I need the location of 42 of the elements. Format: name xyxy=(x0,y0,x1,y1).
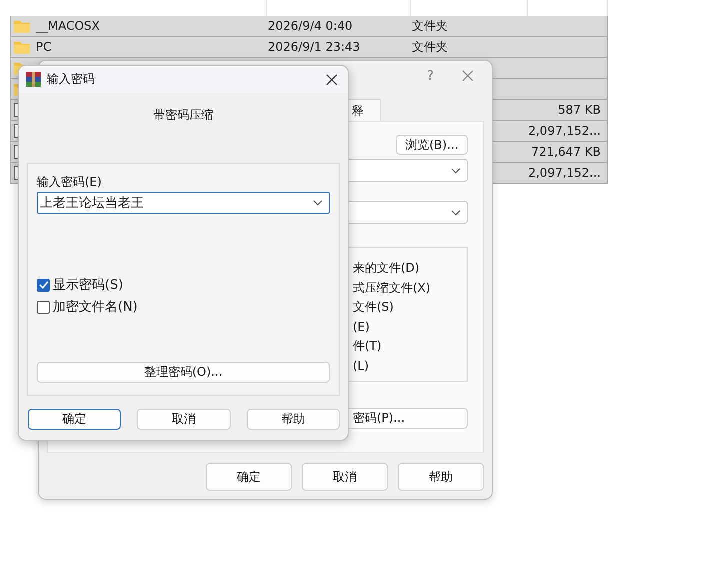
file-name: PC xyxy=(36,40,52,54)
close-icon[interactable] xyxy=(326,74,338,86)
chevron-icon xyxy=(313,200,323,206)
file-type: 文件夹 xyxy=(412,18,448,32)
option-label[interactable]: 式压缩文件(X) xyxy=(353,280,467,296)
file-name: __MACOSX xyxy=(36,19,100,33)
chevron-icon xyxy=(451,168,461,174)
checkbox[interactable] xyxy=(37,278,50,292)
checkbox[interactable] xyxy=(37,300,50,314)
archive-books-icon xyxy=(26,72,41,87)
file-type: 文件夹 xyxy=(412,40,448,54)
checkbox-label[interactable]: 显示密码(S) xyxy=(53,276,124,294)
browse-button[interactable]: 浏览(B)... xyxy=(396,135,468,155)
option-label[interactable]: (L) xyxy=(353,358,467,374)
dialog-button[interactable]: 确定 xyxy=(28,409,122,430)
checkbox-label[interactable]: 加密文件名(N) xyxy=(53,298,138,316)
help-glyph[interactable]: ? xyxy=(427,68,434,84)
manage-passwords-button[interactable]: 整理密码(O)... xyxy=(37,362,330,383)
file-row[interactable]: PC 2026/9/1 23:43 文件夹 xyxy=(10,37,608,58)
folder-icon xyxy=(14,40,30,54)
option-label[interactable]: 来的文件(D) xyxy=(353,260,467,276)
dialog-button[interactable]: 帮助 xyxy=(398,463,484,491)
file-row[interactable]: __MACOSX 2026/9/4 0:40 文件夹 xyxy=(10,16,608,37)
file-size: 2,097,152... xyxy=(528,124,601,138)
file-size: 2,097,152... xyxy=(528,166,601,180)
dialog-title: 输入密码 xyxy=(47,71,96,88)
modified-date: 2026/9/1 23:43 xyxy=(268,40,360,54)
dialog-heading: 带密码压缩 xyxy=(154,107,214,124)
dialog-button[interactable]: 取消 xyxy=(302,463,388,491)
folder-icon xyxy=(14,20,30,32)
option-label[interactable]: 件(T) xyxy=(353,338,467,354)
dialog-button[interactable]: 帮助 xyxy=(246,409,340,430)
dialog-button[interactable]: 确定 xyxy=(206,463,292,491)
file-size: 721,647 KB xyxy=(531,145,601,159)
chevron-icon xyxy=(451,210,461,216)
option-label[interactable]: (E) xyxy=(353,318,467,334)
dialog-button[interactable]: 取消 xyxy=(137,409,231,430)
option-label[interactable]: 文件(S) xyxy=(353,299,467,315)
modified-date: 2026/9/4 0:40 xyxy=(268,19,353,33)
file-size: 587 KB xyxy=(558,103,601,117)
password-label: 输入密码(E) xyxy=(37,175,103,190)
password-field[interactable]: 上老王论坛当老王 xyxy=(37,192,330,214)
